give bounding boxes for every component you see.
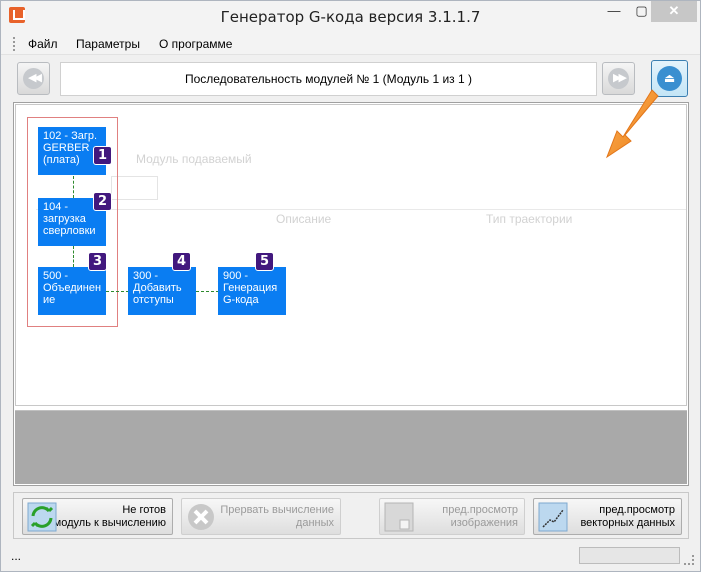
- preview-vector-button[interactable]: пред.просмотр векторных данных: [533, 498, 682, 535]
- connector-1-2: [73, 176, 74, 198]
- menu-bar: Файл Параметры О программе: [1, 33, 700, 55]
- module-badge: 5: [255, 252, 274, 271]
- module-label: 900 - Генерация G-кода: [223, 270, 278, 306]
- vector-preview-icon: [538, 502, 568, 532]
- faded-field: [111, 176, 158, 200]
- faded-caption: Модуль подаваемый: [136, 152, 252, 166]
- module-badge: 1: [93, 146, 112, 165]
- module-badge: 3: [88, 252, 107, 271]
- pointer-arrow-icon: [605, 89, 659, 159]
- cancel-icon: [188, 504, 214, 530]
- properties-area: [15, 410, 687, 484]
- menu-file[interactable]: Файл: [28, 37, 58, 51]
- module-label: 102 - Загр. GERBER (плата): [43, 130, 98, 166]
- module-label: 500 - Объединен ие: [43, 270, 102, 306]
- module-104[interactable]: 104 - загрузка сверловки 2: [38, 192, 112, 246]
- module-102[interactable]: 102 - Загр. GERBER (плата) 1: [38, 127, 112, 175]
- module-300[interactable]: 300 - Добавить отступы 4: [128, 252, 196, 315]
- module-500[interactable]: 500 - Объединен ие 3: [38, 252, 107, 315]
- close-button[interactable]: ✕: [651, 1, 697, 22]
- module-panel: Модуль подаваемый Описание Тип траектори…: [13, 102, 689, 486]
- status-text: ...: [11, 549, 22, 563]
- module-900[interactable]: 900 - Генерация G-кода 5: [218, 252, 286, 315]
- resize-grip-icon[interactable]: [684, 555, 694, 565]
- minimize-button[interactable]: —: [600, 1, 628, 22]
- module-canvas: Модуль подаваемый Описание Тип траектори…: [15, 104, 687, 406]
- connector-3-4: [106, 291, 129, 292]
- faded-divider: [36, 209, 686, 210]
- menu-about[interactable]: О программе: [159, 37, 232, 51]
- rewind-icon: ◀◀: [23, 68, 44, 89]
- window-title: Генератор G-кода версия 3.1.1.7: [220, 8, 481, 26]
- preview-image-button[interactable]: пред.просмотр изображения: [379, 498, 525, 535]
- connector-2-3: [73, 246, 74, 267]
- module-badge: 4: [172, 252, 191, 271]
- refresh-icon: [27, 502, 57, 532]
- faded-column-trajectory: Тип траектории: [486, 212, 573, 226]
- status-bar: ...: [1, 543, 700, 571]
- faded-column-description: Описание: [276, 212, 332, 226]
- progress-bar: [579, 547, 680, 564]
- previous-sequence-button[interactable]: ◀◀: [17, 62, 50, 95]
- sequence-label: Последовательность модулей № 1 (Модуль 1…: [60, 62, 597, 96]
- calc-status-button[interactable]: Не готов модуль к вычислению: [22, 498, 173, 535]
- fast-forward-icon: ▶▶: [608, 68, 629, 89]
- menu-parameters[interactable]: Параметры: [76, 37, 140, 51]
- module-label: 104 - загрузка сверловки: [43, 201, 96, 237]
- connector-4-5: [196, 291, 219, 292]
- app-window: Генератор G-кода версия 3.1.1.7 — ▢ ✕ Фа…: [0, 0, 701, 572]
- module-label: 300 - Добавить отступы: [133, 270, 182, 306]
- abort-calculation-button[interactable]: Прервать вычисление данных: [181, 498, 341, 535]
- image-preview-icon: [384, 502, 414, 532]
- module-badge: 2: [93, 192, 112, 211]
- menu-grip-icon: [13, 37, 16, 51]
- title-bar: Генератор G-кода версия 3.1.1.7 — ▢ ✕: [1, 1, 700, 33]
